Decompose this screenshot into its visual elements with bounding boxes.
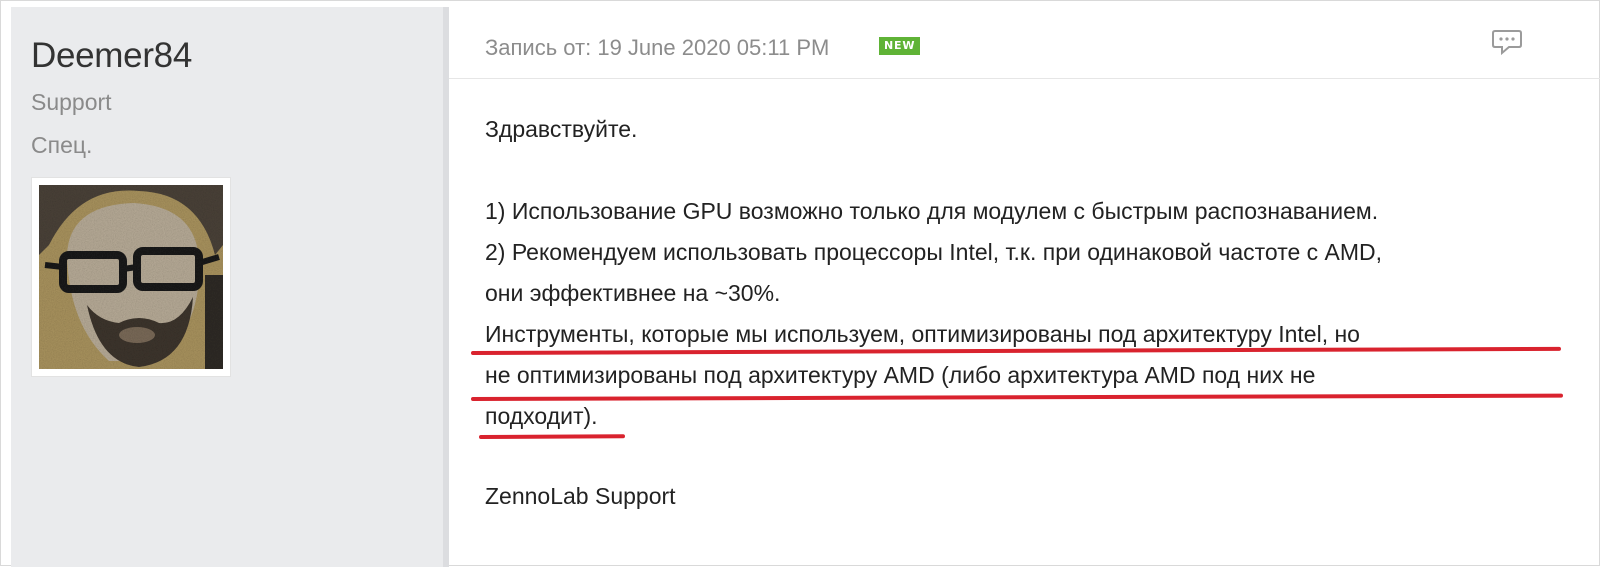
user-rank: Спец. — [31, 132, 93, 158]
avatar[interactable] — [31, 177, 231, 377]
post-line: не оптимизированы под архитектуру AMD (л… — [485, 362, 1316, 388]
username[interactable]: Deemer84 — [31, 36, 192, 76]
post-line: подходит). — [485, 403, 598, 429]
forum-post: Deemer84 Support Спец. Запись от: 19 Jun… — [0, 0, 1600, 567]
new-badge: NEW — [879, 37, 921, 55]
sidebar-divider — [443, 7, 449, 567]
comment-bubble-icon[interactable] — [1491, 27, 1523, 57]
user-role: Support — [31, 89, 112, 115]
user-sidebar: Deemer84 Support Спец. — [11, 7, 443, 567]
annotation-underline — [470, 393, 1564, 401]
post-line: Здравствуйте. — [485, 116, 638, 142]
post-line: 1) Использование GPU возможно только для… — [485, 198, 1379, 224]
post-date: Запись от: 19 June 2020 05:11 PM — [485, 35, 830, 60]
post-header: Запись от: 19 June 2020 05:11 PM NEW — [449, 7, 1600, 79]
post-line: Инструменты, которые мы используем, опти… — [485, 321, 1360, 347]
signature: ZennoLab Support — [485, 483, 676, 509]
annotation-underline — [478, 434, 626, 439]
post-line: 2) Рекомендуем использовать процессоры I… — [485, 239, 1383, 265]
post-line: они эффективнее на ~30%. — [485, 280, 781, 306]
avatar-image — [39, 185, 223, 369]
annotation-underline — [470, 346, 1561, 355]
